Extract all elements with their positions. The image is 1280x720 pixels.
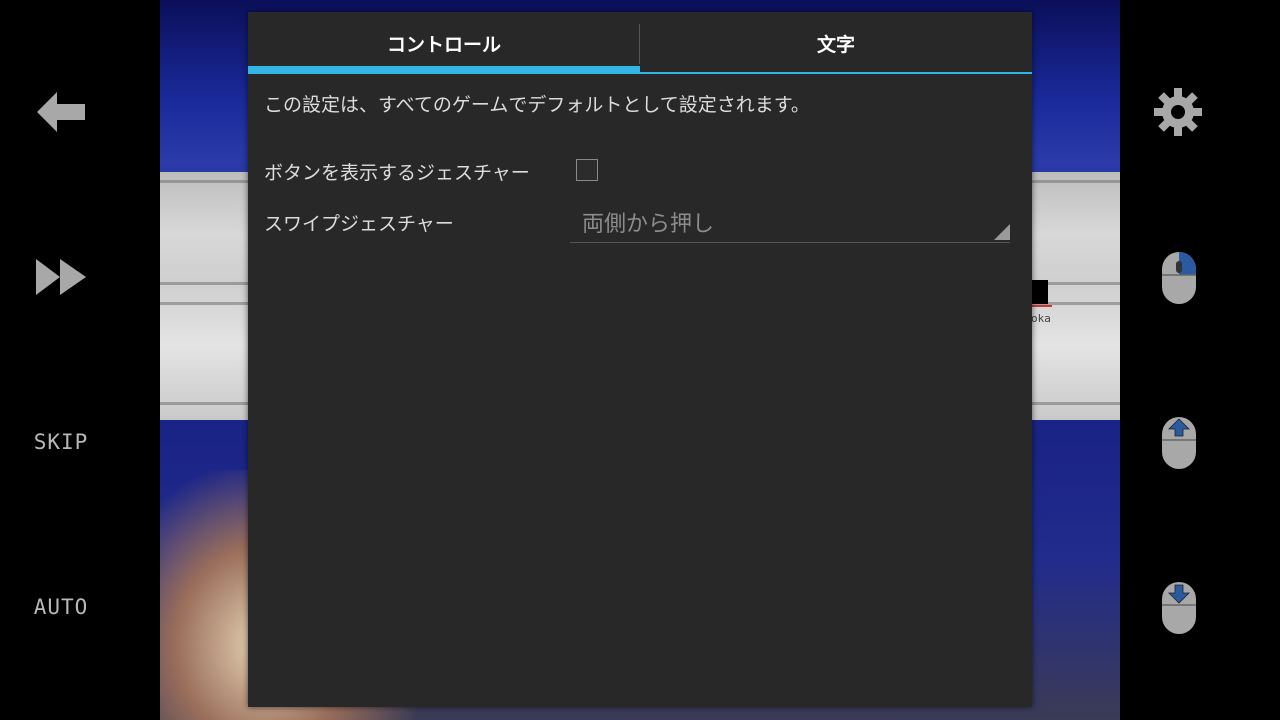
gesture-show-buttons-label: ボタンを表示するジェスチャー bbox=[264, 162, 530, 184]
settings-description: この設定は、すべてのゲームでデフォルトとして設定されます。 bbox=[264, 94, 810, 116]
gesture-show-buttons-checkbox[interactable] bbox=[576, 159, 598, 181]
mouse-icon bbox=[1162, 252, 1196, 304]
fast-forward-icon bbox=[36, 259, 86, 295]
tab-divider bbox=[639, 24, 640, 64]
swipe-gesture-dropdown[interactable]: 両側から押し bbox=[570, 200, 1010, 243]
back-arrow-icon bbox=[37, 92, 85, 132]
tab-text[interactable]: 文字 bbox=[640, 12, 1032, 72]
scroll-down-button[interactable] bbox=[1158, 578, 1200, 638]
swipe-gesture-value: 両側から押し bbox=[582, 212, 715, 237]
mouse-scroll-down-icon bbox=[1162, 582, 1196, 634]
tab-controls-label: コントロール bbox=[386, 33, 501, 56]
swipe-gesture-label: スワイプジェスチャー bbox=[264, 213, 454, 235]
tab-text-label: 文字 bbox=[816, 33, 855, 56]
settings-dialog: コントロール 文字 この設定は、すべてのゲームでデフォルトとして設定されます。 … bbox=[248, 12, 1032, 707]
scroll-up-button[interactable] bbox=[1158, 413, 1200, 473]
skip-button[interactable]: SKIP bbox=[24, 424, 98, 460]
left-control-bar: SKIP AUTO bbox=[0, 0, 160, 720]
right-control-bar bbox=[1120, 0, 1280, 720]
auto-button[interactable]: AUTO bbox=[24, 589, 98, 625]
mouse-right-click-button[interactable] bbox=[1158, 248, 1200, 308]
settings-button[interactable] bbox=[1150, 84, 1206, 140]
gear-icon bbox=[1154, 88, 1202, 136]
tab-bar: コントロール 文字 bbox=[248, 12, 1032, 74]
dropdown-arrow-icon bbox=[994, 224, 1010, 240]
mouse-scroll-up-icon bbox=[1162, 417, 1196, 469]
fast-forward-button[interactable] bbox=[32, 254, 90, 300]
scene-name-text: oka bbox=[1031, 312, 1051, 325]
tab-controls[interactable]: コントロール bbox=[248, 12, 640, 74]
scene-nameplate bbox=[1030, 280, 1048, 304]
back-button[interactable] bbox=[32, 88, 90, 136]
